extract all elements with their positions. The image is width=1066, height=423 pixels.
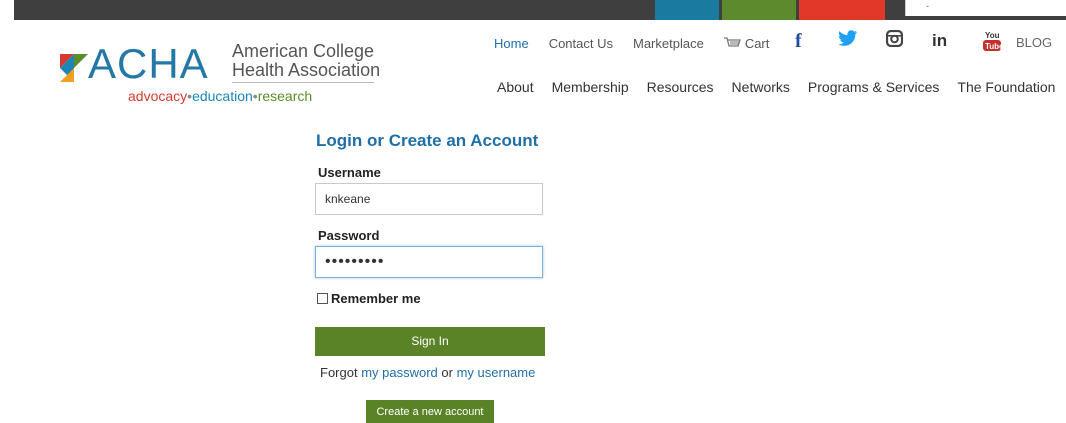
forgot-password-link[interactable]: my password: [361, 365, 438, 380]
tagline-advocacy: advocacy: [128, 88, 188, 104]
tagline-research: research: [257, 88, 313, 104]
forgot-prefix: Forgot: [320, 365, 358, 380]
logo-divider: [232, 82, 374, 83]
logo-organization-name: American College Health Association: [232, 42, 380, 80]
linkedin-icon[interactable]: in: [932, 31, 947, 51]
forgot-username-link[interactable]: my username: [457, 365, 536, 380]
main-nav-item-about[interactable]: About: [497, 79, 534, 95]
cart-label: Cart: [744, 35, 770, 51]
logo-name-line-1: American College: [232, 41, 375, 61]
remember-me[interactable]: Remember me: [317, 291, 421, 306]
nav-marketplace-link[interactable]: Marketplace: [633, 36, 704, 51]
nav-cart-link[interactable]: Cart: [723, 35, 770, 51]
create-account-button[interactable]: Create a new account: [366, 400, 494, 423]
logo-name-line-2: Health Association: [232, 60, 381, 80]
acha-logo-mark-icon: [60, 54, 88, 82]
main-nav-item-membership[interactable]: Membership: [552, 79, 629, 95]
forgot-or: or: [441, 365, 453, 380]
top-bar: -: [14, 0, 1066, 20]
main-nav-item-foundation[interactable]: The Foundation: [957, 79, 1055, 95]
main-nav-item-networks[interactable]: Networks: [732, 79, 790, 95]
nav-home-link[interactable]: Home: [494, 36, 529, 51]
tagline-education: education: [192, 88, 253, 104]
instagram-icon[interactable]: [886, 30, 903, 47]
remember-me-label: Remember me: [331, 291, 421, 306]
top-bar-blue-segment: [655, 0, 719, 20]
remember-me-checkbox[interactable]: [317, 293, 328, 304]
top-bar-red-segment: [799, 0, 885, 20]
logo-tagline: advocacy•education•research: [128, 88, 312, 104]
top-search-input[interactable]: -: [905, 0, 1066, 16]
top-bar-green-segment: [722, 0, 796, 20]
nav-contact-link[interactable]: Contact Us: [549, 36, 613, 51]
twitter-icon[interactable]: [838, 30, 858, 47]
sign-in-button[interactable]: Sign In: [315, 327, 545, 356]
username-input[interactable]: knkeane: [315, 183, 543, 215]
username-label: Username: [318, 165, 381, 180]
svg-text:Tube: Tube: [985, 42, 1001, 51]
logo-acronym: ACHA: [88, 40, 209, 87]
utility-nav: Home Contact Us Marketplace Cart: [494, 34, 789, 52]
youtube-icon[interactable]: You Tube: [983, 30, 1001, 52]
nav-blog-link[interactable]: BLOG: [1016, 35, 1052, 50]
cart-icon: [723, 37, 741, 47]
password-label: Password: [318, 228, 380, 243]
svg-text:You: You: [985, 31, 1000, 40]
main-nav-item-programs-services[interactable]: Programs & Services: [808, 79, 939, 95]
main-nav: About Membership Resources Networks Prog…: [497, 79, 1055, 95]
password-input[interactable]: •••••••••: [315, 246, 543, 278]
login-title: Login or Create an Account: [316, 131, 539, 150]
main-nav-item-resources[interactable]: Resources: [647, 79, 714, 95]
top-search-placeholder: -: [926, 1, 929, 11]
forgot-credentials-text: Forgot my password or my username: [320, 365, 535, 380]
facebook-icon[interactable]: f: [795, 30, 802, 53]
